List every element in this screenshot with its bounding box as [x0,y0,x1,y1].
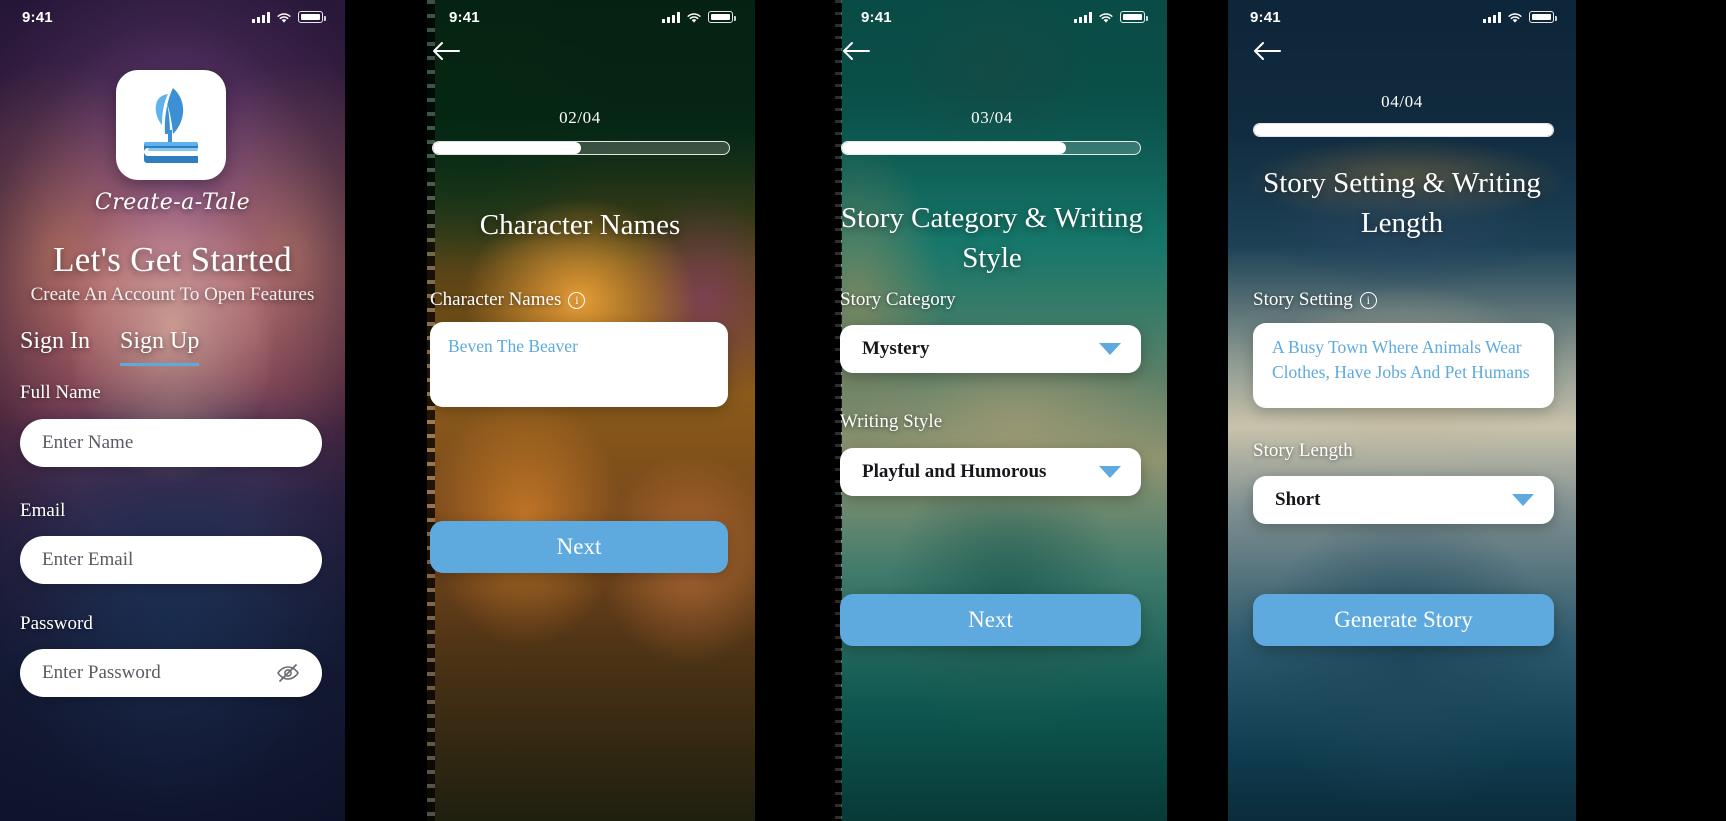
progress-bar-fill [842,142,1066,154]
progress-bar [1253,123,1554,137]
eye-off-icon[interactable] [276,662,300,684]
full-name-label: Full Name [20,382,101,403]
next-button[interactable]: Next [840,594,1141,646]
app-logo [116,70,226,180]
character-names-value: Beven The Beaver [448,336,578,356]
wifi-icon [686,11,702,23]
battery-icon [298,11,326,23]
battery-icon [708,11,736,23]
arrow-left-icon [843,42,870,60]
story-length-dropdown[interactable]: Short [1253,476,1554,524]
status-bar-time: 9:41 [22,8,53,26]
chevron-down-icon[interactable] [1099,343,1121,355]
page-subtitle: Create An Account To Open Features [30,284,315,305]
arrow-left-icon [1254,42,1281,60]
status-bar-time: 9:41 [449,8,480,26]
cellular-bars-icon [662,11,680,23]
password-placeholder: Enter Password [42,662,161,683]
back-button[interactable] [431,40,465,70]
step-counter: 03/04 [971,108,1013,127]
spacer-2 [755,0,817,821]
back-button[interactable] [841,40,875,70]
story-setting-input[interactable]: A Busy Town Where Animals Wear Clothes, … [1253,323,1554,408]
screen-signup: 9:41 Create-a-Tale Let's Get Started Cre… [0,0,345,821]
writing-style-value: Playful and Humorous [862,461,1047,482]
status-bar-time: 9:41 [1250,8,1281,26]
brand-name: Create-a-Tale [94,190,251,215]
story-length-value: Short [1275,489,1321,510]
status-bar-time: 9:41 [861,8,892,26]
page-title: Story Category & Writing Style [841,202,1143,275]
next-button[interactable]: Next [430,521,728,573]
status-bar: 9:41 [405,0,755,34]
battery-icon [1120,11,1148,23]
progress-bar [841,141,1141,155]
story-category-value: Mystery [862,338,930,359]
story-setting-label: Story Setting i [1253,289,1377,311]
password-field[interactable]: Enter Password [20,649,322,697]
wifi-icon [276,11,292,23]
back-button[interactable] [1252,40,1286,70]
tab-sign-up[interactable]: Sign Up [120,328,200,366]
status-bar: 9:41 [1228,0,1576,34]
chevron-down-icon[interactable] [1099,466,1121,478]
info-circle-icon[interactable]: i [1359,291,1377,309]
password-label: Password [20,613,93,634]
chevron-down-icon[interactable] [1512,494,1534,506]
tab-sign-in[interactable]: Sign In [20,328,90,366]
email-label: Email [20,500,66,521]
page-title: Character Names [479,209,681,241]
screen-category-style: 9:41 03/04 Story Category & Writing Styl… [817,0,1167,821]
cellular-bars-icon [1483,11,1501,23]
progress-bar [432,141,730,155]
step-counter: 04/04 [1381,92,1423,111]
full-name-placeholder: Enter Name [42,432,134,453]
step-counter: 02/04 [559,108,601,127]
story-setting-value: A Busy Town Where Animals Wear Clothes, … [1272,337,1530,383]
wifi-icon [1507,11,1523,23]
progress-bar-fill [433,142,581,154]
screenshot-stage: 9:41 Create-a-Tale Let's Get Started Cre… [0,0,1726,821]
writing-style-label: Writing Style [840,411,943,432]
story-setting-label-text: Story Setting [1253,289,1353,310]
cellular-bars-icon [1074,11,1092,23]
email-field[interactable]: Enter Email [20,536,322,584]
page-title: Story Setting & Writing Length [1263,167,1541,240]
story-length-label: Story Length [1253,440,1353,461]
screen-setting-length: 9:41 04/04 Story Setting & Writing Lengt… [1228,0,1576,821]
auth-tabs: Sign In Sign Up [20,328,200,366]
status-bar: 9:41 [0,0,345,34]
writing-style-dropdown[interactable]: Playful and Humorous [840,448,1141,496]
story-category-label: Story Category [840,289,956,310]
email-placeholder: Enter Email [42,549,134,570]
page-title: Let's Get Started [53,240,292,279]
info-circle-icon[interactable]: i [568,291,586,309]
spacer-1 [345,0,405,821]
character-names-input[interactable]: Beven The Beaver [430,322,728,407]
character-names-label: Character Names i [430,289,586,311]
battery-icon [1529,11,1557,23]
generate-story-button[interactable]: Generate Story [1253,594,1554,646]
cellular-bars-icon [252,11,270,23]
wifi-icon [1098,11,1114,23]
progress-bar-fill [1254,124,1553,136]
quill-and-book-icon [144,88,198,163]
story-category-dropdown[interactable]: Mystery [840,325,1141,373]
screen-character-names: 9:41 02/04 Character Names Character Nam… [405,0,755,821]
spacer-3 [1167,0,1228,821]
status-bar: 9:41 [817,0,1167,34]
full-name-field[interactable]: Enter Name [20,419,322,467]
arrow-left-icon [433,42,460,60]
character-names-label-text: Character Names [430,289,562,310]
